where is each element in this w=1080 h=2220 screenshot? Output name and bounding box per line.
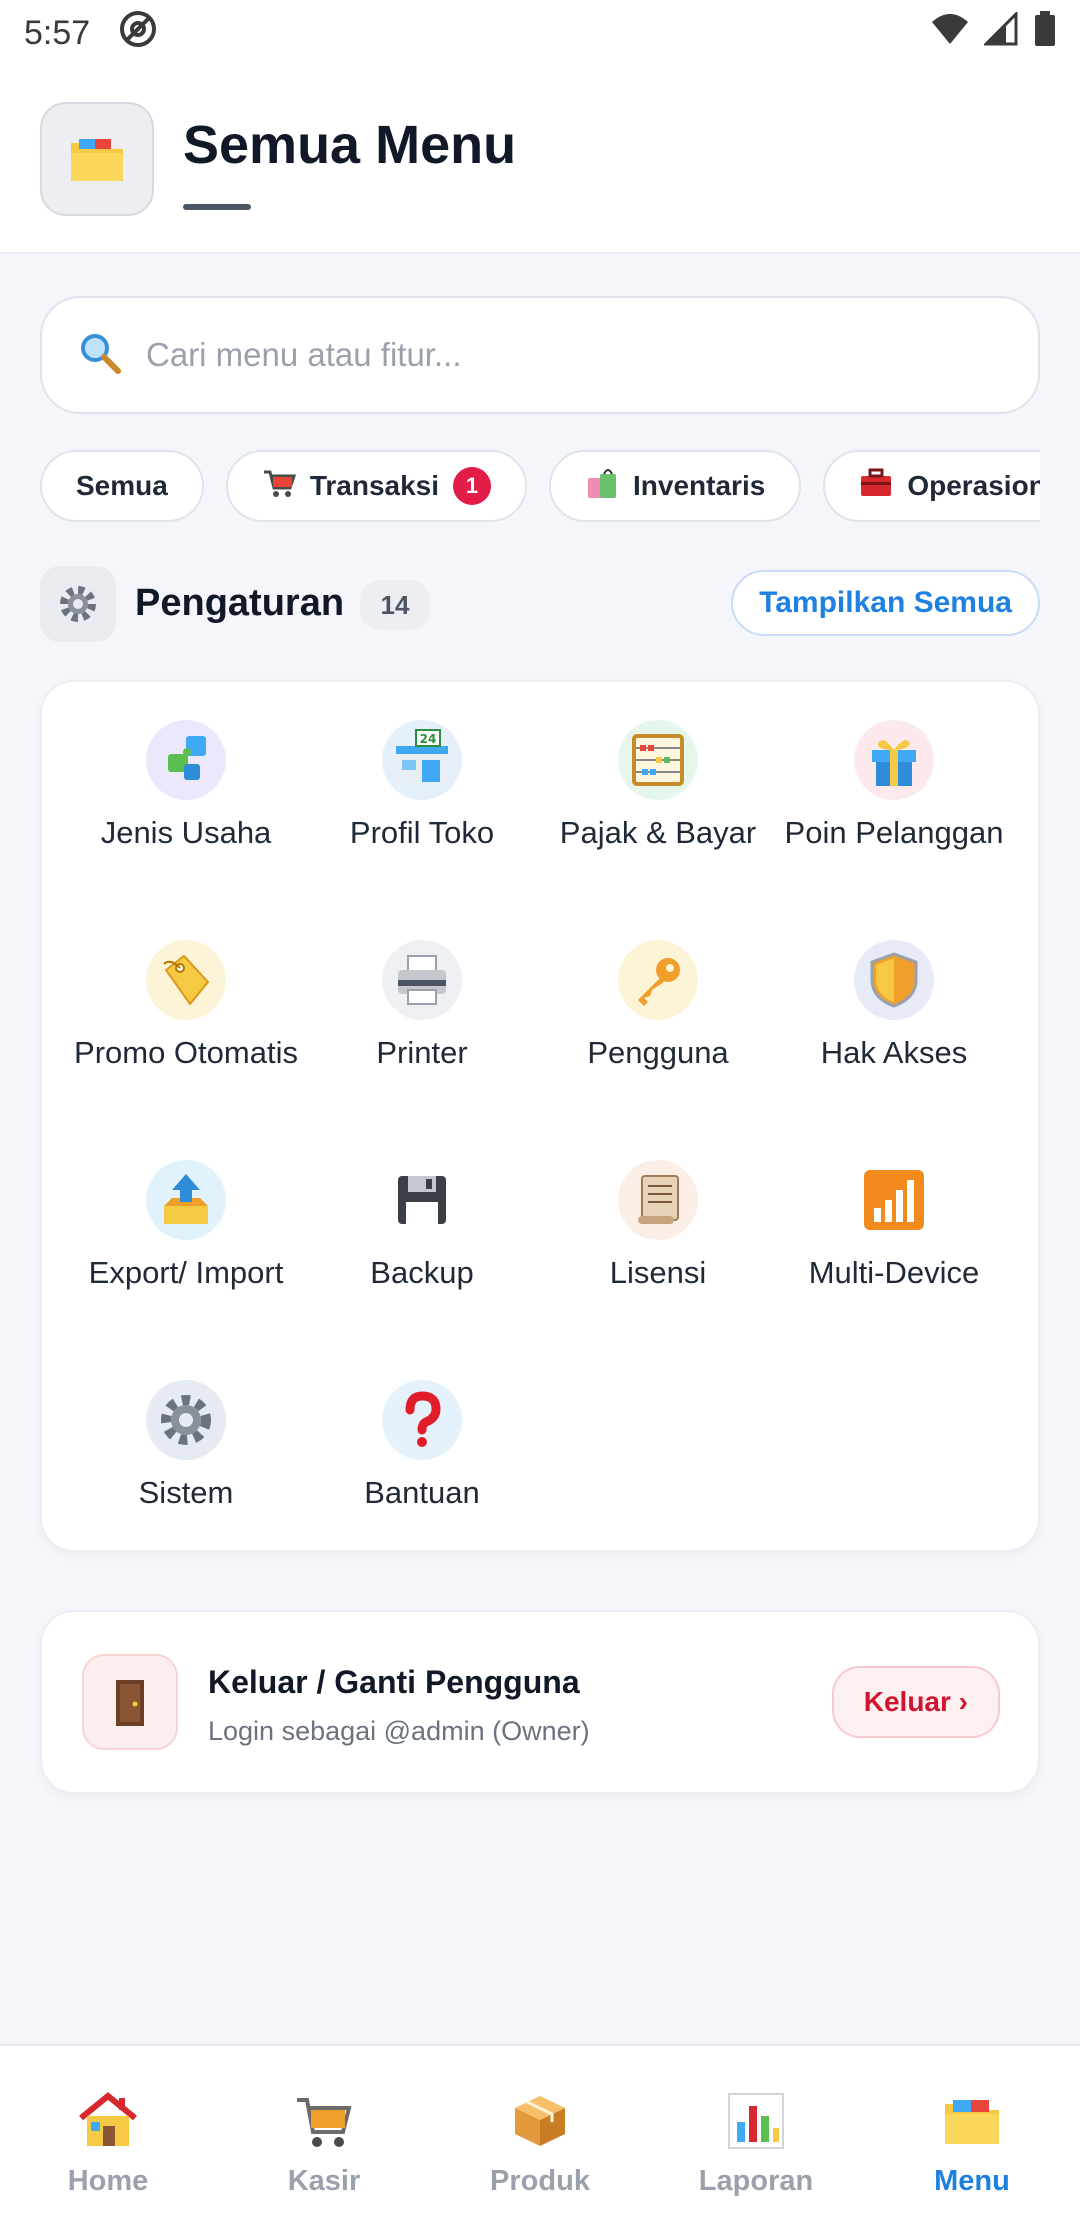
chip-operasional[interactable]: Operasional	[823, 450, 1040, 522]
tag-icon	[146, 940, 226, 1020]
menu-item-label: Promo Otomatis	[74, 1035, 298, 1070]
menu-item-poin-pelanggan[interactable]: Poin Pelanggan	[776, 720, 1012, 852]
menu-item-promo-otomatis[interactable]: Promo Otomatis	[68, 940, 304, 1072]
folder-icon	[941, 2092, 1003, 2155]
menu-item-label: Backup	[370, 1255, 474, 1290]
menu-item-bantuan[interactable]: Bantuan	[304, 1380, 540, 1512]
logout-title: Keluar / Ganti Pengguna	[208, 1664, 580, 1700]
key-icon	[618, 940, 698, 1020]
menu-item-pengguna[interactable]: Pengguna	[540, 940, 776, 1072]
menu-item-label: Multi-Device	[808, 1255, 980, 1290]
menu-item-label: Printer	[376, 1035, 468, 1070]
gift-icon	[854, 720, 934, 800]
menu-item-label: Profil Toko	[349, 815, 495, 850]
search-icon	[78, 331, 122, 380]
cart-icon	[262, 468, 296, 505]
chip-label: Operasional	[907, 470, 1040, 501]
house-icon	[77, 2092, 139, 2155]
menu-item-pajak-bayar[interactable]: Pajak & Bayar	[540, 720, 776, 852]
chip-label: Inventaris	[633, 470, 766, 501]
menu-item-label: Hak Akses	[820, 1035, 968, 1070]
logout-card: Keluar / Ganti Pengguna Login sebagai @a…	[40, 1610, 1040, 1794]
at-sign-icon	[118, 9, 158, 58]
menu-item-backup[interactable]: Backup	[304, 1160, 540, 1292]
logout-subtitle: Login sebagai @admin (Owner)	[208, 1716, 590, 1746]
gear-icon	[40, 566, 116, 642]
title-underline	[183, 204, 251, 210]
chip-label: Semua	[76, 470, 168, 501]
status-time: 5:57	[24, 13, 91, 52]
chip-semua[interactable]: Semua	[40, 450, 204, 522]
nav-item-produk[interactable]: Produk	[432, 2046, 648, 2220]
store-icon: 24	[382, 720, 462, 800]
section-count-badge: 14	[360, 580, 430, 630]
menu-item-label: Sistem	[138, 1475, 234, 1510]
nav-label: Laporan	[698, 2165, 814, 2197]
nav-label: Home	[67, 2165, 149, 2197]
nav-item-menu[interactable]: Menu	[864, 2046, 1080, 2220]
nav-item-laporan[interactable]: Laporan	[648, 2046, 864, 2220]
logout-button[interactable]: Keluar ›	[831, 1666, 1000, 1738]
status-bar: 5:57	[0, 0, 1080, 66]
menu-item-label: Pengguna	[587, 1035, 729, 1070]
package-icon	[509, 2092, 571, 2155]
menu-item-export-import[interactable]: Export/ Import	[68, 1160, 304, 1292]
scroll-icon	[618, 1160, 698, 1240]
search-bar[interactable]	[40, 296, 1040, 414]
menu-item-label: Poin Pelanggan	[784, 815, 1004, 850]
menu-item-label: Export/ Import	[88, 1255, 284, 1290]
category-chips: Semua Transaksi 1 Inventaris Operasional	[40, 450, 1040, 522]
signal-icon	[854, 1160, 934, 1240]
menu-item-sistem[interactable]: Sistem	[68, 1380, 304, 1512]
door-icon	[82, 1654, 178, 1750]
menu-item-label: Bantuan	[364, 1475, 480, 1510]
notification-badge: 1	[453, 467, 492, 505]
menu-item-label: Lisensi	[609, 1255, 707, 1290]
settings-grid: Jenis Usaha 24 Profil Toko Pajak & Bayar…	[40, 680, 1040, 1552]
nav-label: Kasir	[287, 2165, 361, 2197]
gear-icon	[146, 1380, 226, 1460]
menu-item-printer[interactable]: Printer	[304, 940, 540, 1072]
section-header: Pengaturan 14 Tampilkan Semua	[40, 566, 1040, 642]
floppy-icon	[382, 1160, 462, 1240]
chip-label: Transaksi	[309, 470, 440, 501]
export-icon	[146, 1160, 226, 1240]
wifi-icon	[930, 12, 970, 55]
abacus-icon	[618, 720, 698, 800]
chip-transaksi[interactable]: Transaksi 1	[225, 450, 528, 522]
toolbox-icon	[859, 468, 893, 505]
chart-icon	[725, 2092, 787, 2155]
menu-item-hak-akses[interactable]: Hak Akses	[776, 940, 1012, 1072]
page-title: Semua Menu	[183, 115, 517, 175]
search-input[interactable]	[146, 336, 996, 374]
chip-inventaris[interactable]: Inventaris	[549, 450, 802, 522]
printer-icon	[382, 940, 462, 1020]
section-title: Pengaturan	[135, 582, 345, 624]
question-icon	[382, 1380, 462, 1460]
battery-icon	[1034, 10, 1056, 56]
svg-text:24: 24	[420, 732, 437, 746]
menu-item-profil-toko[interactable]: 24 Profil Toko	[304, 720, 540, 852]
shopping-bags-icon	[585, 466, 619, 507]
puzzle-icon	[146, 720, 226, 800]
show-all-button[interactable]: Tampilkan Semua	[731, 570, 1040, 636]
bottom-nav: Home Kasir Produk Laporan Menu	[0, 2044, 1080, 2220]
menu-item-lisensi[interactable]: Lisensi	[540, 1160, 776, 1292]
menu-item-multi-device[interactable]: Multi-Device	[776, 1160, 1012, 1292]
nav-item-home[interactable]: Home	[0, 2046, 216, 2220]
cart-icon	[293, 2092, 355, 2155]
shield-icon	[854, 940, 934, 1020]
nav-label: Menu	[934, 2165, 1010, 2197]
menu-item-jenis-usaha[interactable]: Jenis Usaha	[68, 720, 304, 852]
nav-item-kasir[interactable]: Kasir	[216, 2046, 432, 2220]
app-header: Semua Menu	[0, 66, 1080, 254]
nav-label: Produk	[490, 2165, 590, 2197]
cell-signal-icon	[982, 9, 1020, 55]
menu-item-label: Pajak & Bayar	[559, 815, 757, 850]
menu-item-label: Jenis Usaha	[100, 815, 272, 850]
folder-icon	[40, 102, 154, 216]
